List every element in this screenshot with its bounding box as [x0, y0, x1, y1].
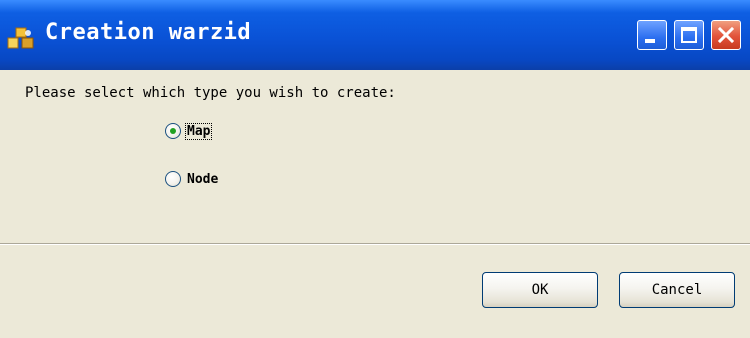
- option-node-label[interactable]: Node: [186, 172, 219, 187]
- instruction-text: Please select which type you wish to cre…: [25, 85, 396, 101]
- minimize-icon: [645, 39, 655, 43]
- title-bar[interactable]: Creation warzid: [0, 0, 750, 70]
- radio-node[interactable]: [165, 171, 181, 187]
- option-map-label[interactable]: Map: [184, 122, 213, 140]
- maximize-button[interactable]: [674, 20, 704, 50]
- creation-wizard-dialog: Creation warzid Please select which type…: [0, 0, 750, 338]
- minimize-button[interactable]: [637, 20, 667, 50]
- close-icon: [717, 26, 735, 44]
- option-node[interactable]: Node: [165, 169, 219, 189]
- wizard-app-icon: [6, 26, 36, 52]
- close-button[interactable]: [711, 20, 741, 50]
- option-map[interactable]: Map: [165, 121, 213, 141]
- radio-map[interactable]: [165, 123, 181, 139]
- cancel-button[interactable]: Cancel: [619, 272, 735, 308]
- ok-button[interactable]: OK: [482, 272, 598, 308]
- window-title: Creation warzid: [45, 20, 252, 45]
- maximize-icon: [681, 27, 697, 43]
- divider: [0, 243, 750, 245]
